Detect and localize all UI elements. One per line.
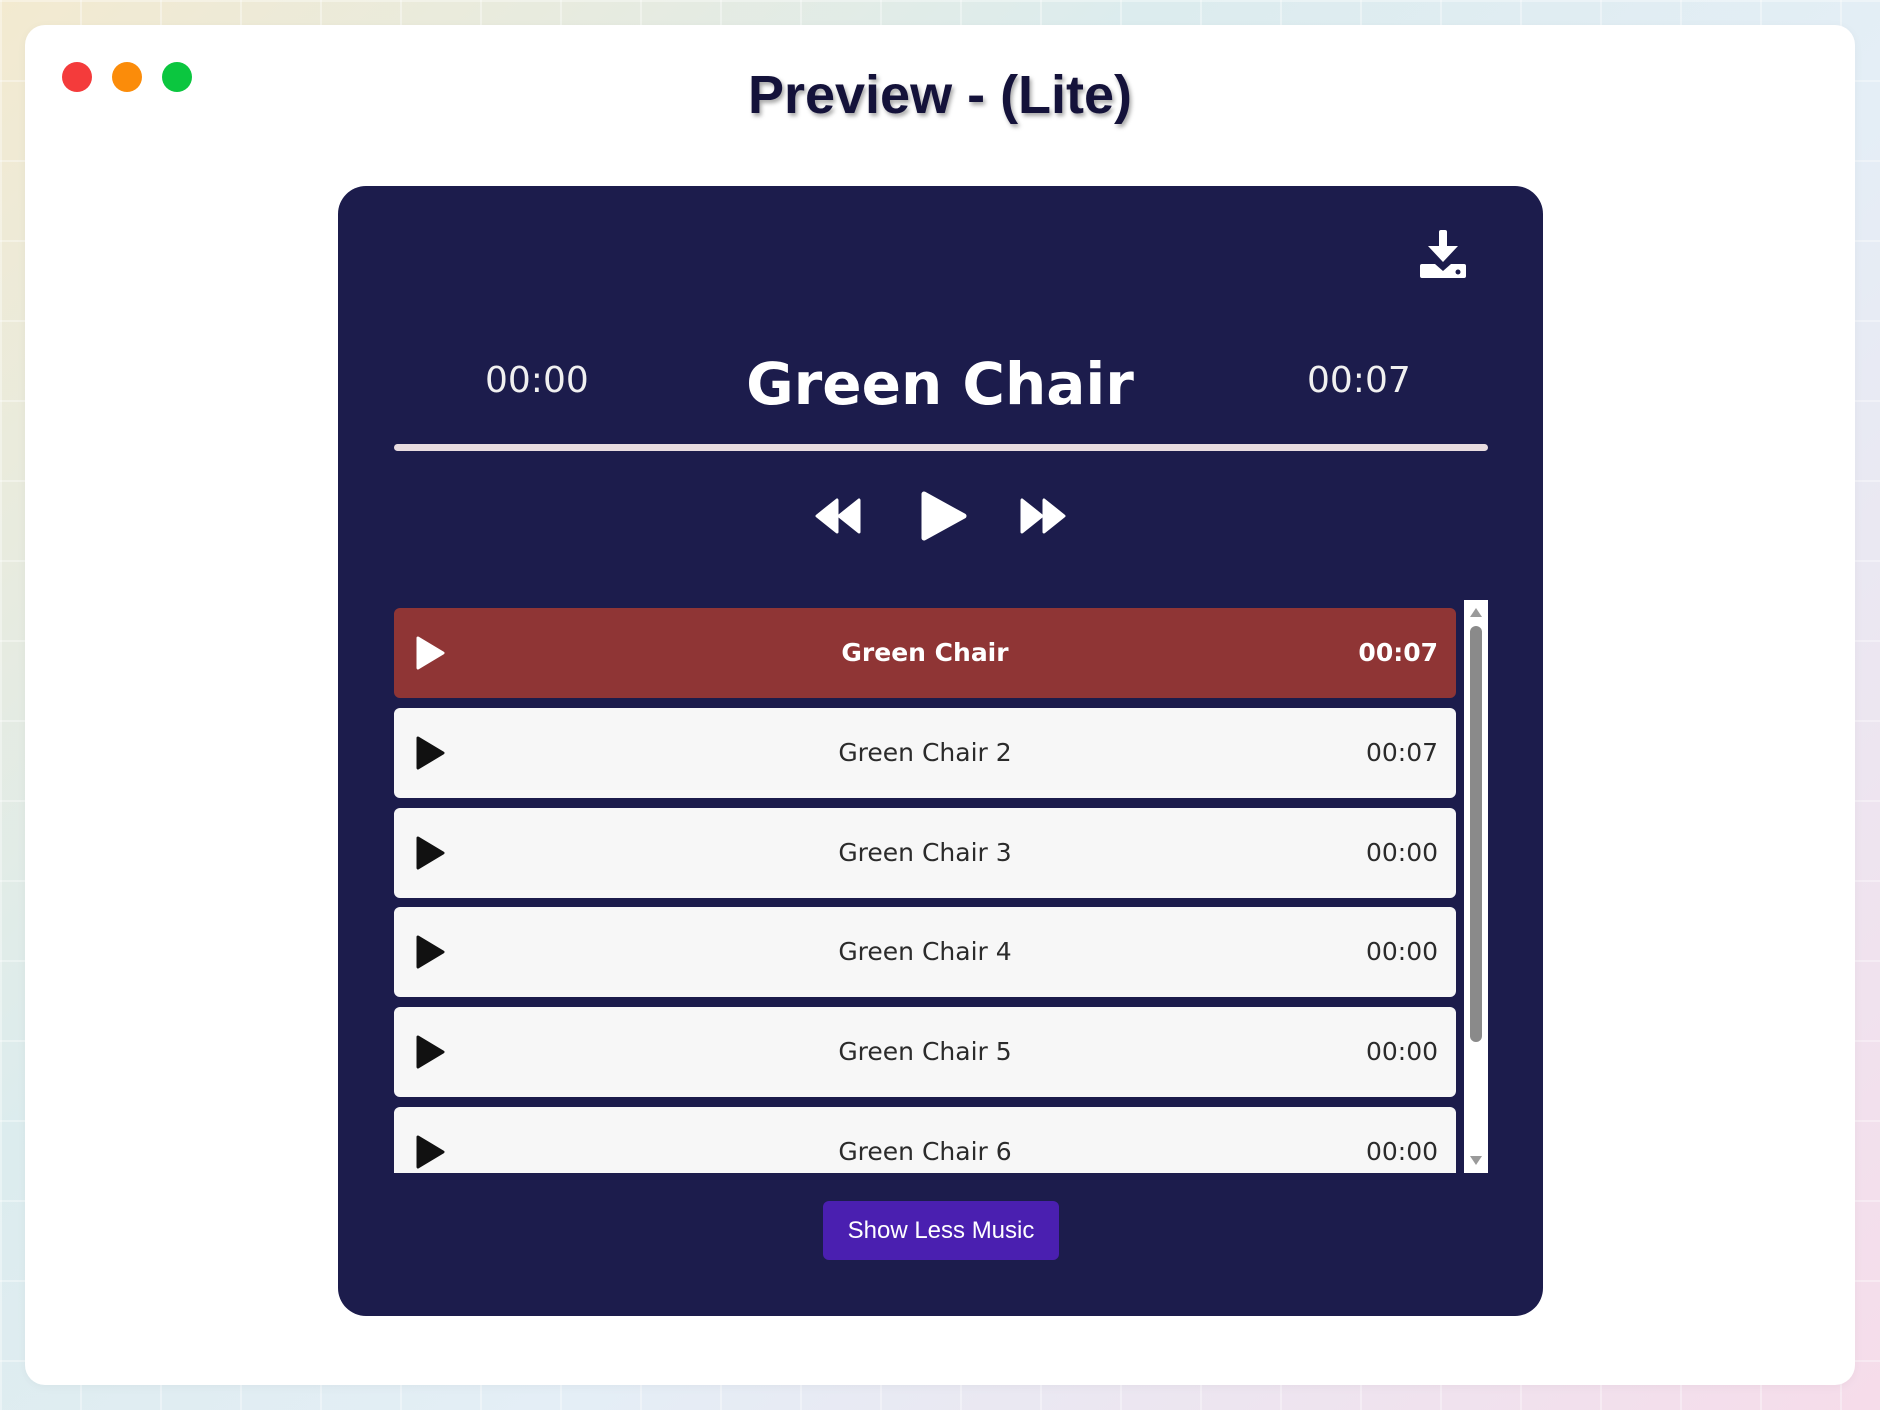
track-duration: 00:00 — [1365, 838, 1438, 867]
download-icon[interactable] — [1420, 230, 1466, 280]
track-name: Green Chair 3 — [838, 838, 1012, 867]
track-name: Green Chair 2 — [838, 738, 1012, 767]
scrollbar-thumb[interactable] — [1470, 626, 1482, 1042]
playlist-item[interactable]: Green Chair 2 00:07 — [394, 708, 1456, 798]
track-name: Green Chair 4 — [838, 937, 1012, 966]
total-time: 00:07 — [1307, 360, 1411, 401]
playlist-item[interactable]: Green Chair 5 00:00 — [394, 1007, 1456, 1097]
rewind-icon[interactable] — [815, 492, 863, 540]
fast-forward-icon[interactable] — [1018, 492, 1066, 540]
playlist-item-active[interactable]: Green Chair 00:07 — [394, 608, 1456, 698]
track-duration: 00:00 — [1365, 1037, 1438, 1066]
scroll-down-icon[interactable] — [1470, 1156, 1482, 1165]
progress-bar[interactable] — [394, 444, 1488, 451]
track-title: Green Chair — [746, 350, 1134, 418]
track-duration: 00:00 — [1365, 937, 1438, 966]
track-duration: 00:07 — [1365, 738, 1438, 767]
current-time: 00:00 — [485, 360, 589, 401]
playlist-item[interactable]: Green Chair 6 00:00 — [394, 1107, 1456, 1173]
show-less-music-button[interactable]: Show Less Music — [823, 1201, 1059, 1260]
playlist-item[interactable]: Green Chair 4 00:00 — [394, 907, 1456, 997]
track-duration: 00:07 — [1358, 638, 1438, 667]
page-title: Preview - (Lite) — [747, 65, 1133, 125]
track-name: Green Chair — [841, 638, 1009, 667]
track-name: Green Chair 5 — [838, 1037, 1012, 1066]
track-name: Green Chair 6 — [838, 1137, 1012, 1166]
playlist-scrollbar[interactable] — [1464, 600, 1488, 1173]
playlist-item[interactable]: Green Chair 3 00:00 — [394, 808, 1456, 898]
track-duration: 00:00 — [1365, 1137, 1438, 1166]
playlist: Green Chair 00:07 Green Chair 2 00:07 Gr… — [394, 600, 1488, 1173]
scroll-up-icon[interactable] — [1470, 608, 1482, 617]
play-icon[interactable] — [918, 490, 968, 542]
